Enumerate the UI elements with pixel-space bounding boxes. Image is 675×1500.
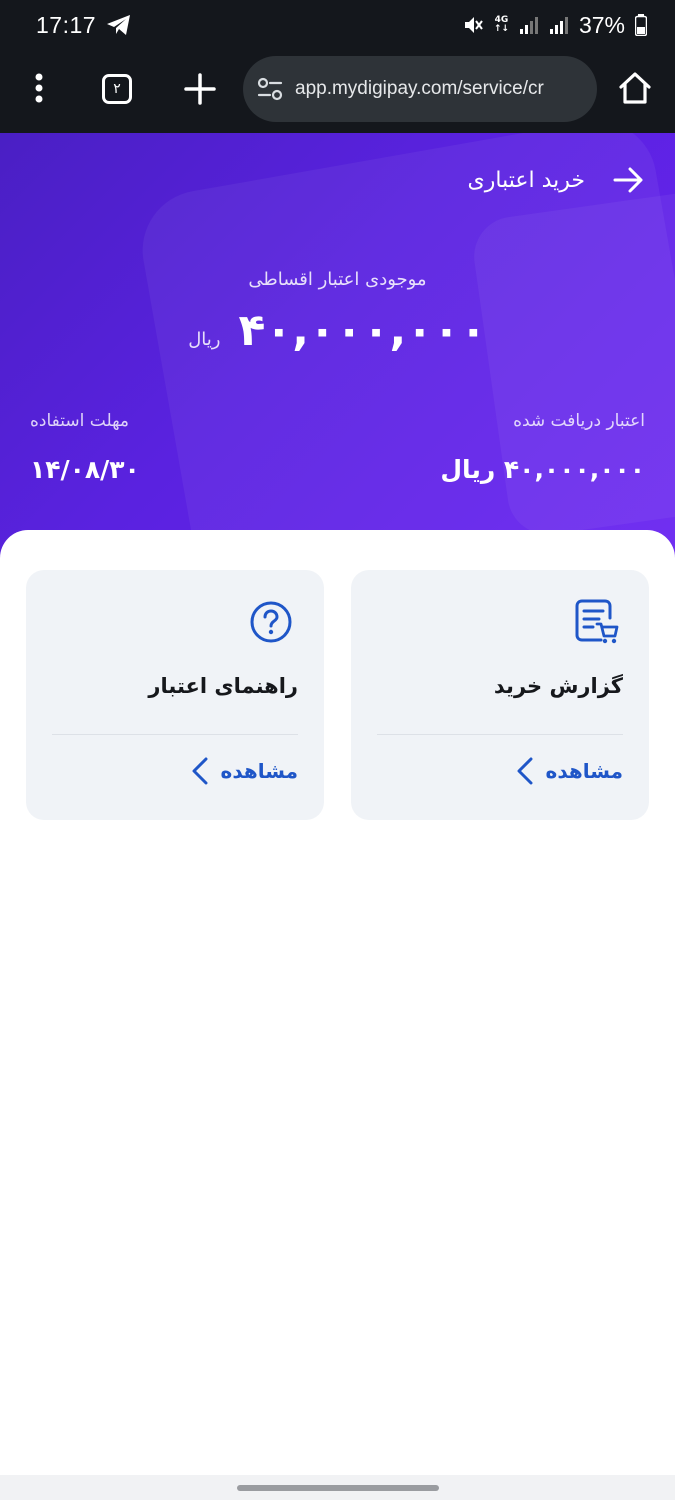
card-link-label[interactable]: مشاهده [546, 759, 623, 783]
purchase-report-card[interactable]: گزارش خرید مشاهده [351, 570, 649, 820]
credit-guide-card[interactable]: راهنمای اعتبار مشاهده [26, 570, 324, 820]
address-bar[interactable]: app.mydigipay.com/service/cr [243, 56, 597, 122]
browser-toolbar: ۲ app.mydigipay.com/service/cr [0, 50, 675, 133]
receipt-cart-icon [575, 599, 619, 644]
balance-amount: ۴۰,۰۰۰,۰۰۰ [238, 305, 487, 356]
view-credit-guide-link[interactable]: مشاهده [189, 756, 298, 786]
card-title: راهنمای اعتبار [148, 674, 298, 698]
gesture-handle[interactable] [237, 1485, 439, 1491]
new-tab-plus-icon[interactable] [183, 72, 217, 106]
card-title: گزارش خرید [493, 674, 623, 698]
tab-switcher-button[interactable]: ۲ [102, 74, 132, 104]
usage-deadline-value: ۱۴/۰۸/۳۰ [30, 455, 140, 484]
usage-deadline-label: مهلت استفاده [30, 411, 130, 431]
home-icon[interactable] [617, 70, 653, 106]
chevron-left-icon [517, 757, 533, 785]
status-bar: 17:17 4G ↑↓ 37% [0, 0, 675, 50]
view-purchase-report-link[interactable]: مشاهده [514, 756, 623, 786]
balance-unit: ریال [188, 329, 221, 350]
url-text[interactable]: app.mydigipay.com/service/cr [295, 78, 544, 100]
telegram-icon [107, 15, 131, 35]
battery-icon [635, 14, 647, 36]
network-indicator: 4G ↑↓ [494, 16, 509, 34]
content-sheet: گزارش خرید مشاهده راهنمای اعتبار مشاهده [0, 530, 675, 1475]
more-vertical-icon [35, 73, 43, 103]
card-link-label[interactable]: مشاهده [221, 759, 298, 783]
card-divider [377, 734, 623, 735]
gesture-nav-bar [0, 1475, 675, 1500]
browser-menu-button[interactable] [27, 71, 51, 105]
mute-icon [464, 17, 483, 33]
status-right: 4G ↑↓ 37% [462, 12, 647, 39]
page-title: خرید اعتباری [467, 167, 585, 193]
signal-icon-1 [519, 17, 538, 34]
received-credit-value: ۴۰,۰۰۰,۰۰۰ ریال [440, 455, 645, 484]
site-settings-icon[interactable] [257, 77, 283, 101]
status-time: 17:17 [36, 11, 97, 38]
data-arrows-icon: ↑↓ [493, 24, 509, 34]
page-header: خرید اعتباری [468, 163, 645, 197]
signal-icon-2 [549, 17, 568, 34]
credit-hero: خرید اعتباری موجودی اعتبار اقساطی ریال ۴… [0, 133, 675, 563]
received-credit-label: اعتبار دریافت شده [513, 411, 645, 431]
card-divider [52, 734, 298, 735]
question-circle-icon [250, 601, 292, 643]
battery-percent: 37% [578, 11, 625, 38]
status-left: 17:17 [36, 12, 132, 39]
balance-row: ریال ۴۰,۰۰۰,۰۰۰ [0, 305, 675, 356]
chevron-left-icon [192, 757, 208, 785]
back-arrow-icon[interactable] [611, 163, 645, 197]
balance-label: موجودی اعتبار اقساطی [248, 269, 427, 290]
